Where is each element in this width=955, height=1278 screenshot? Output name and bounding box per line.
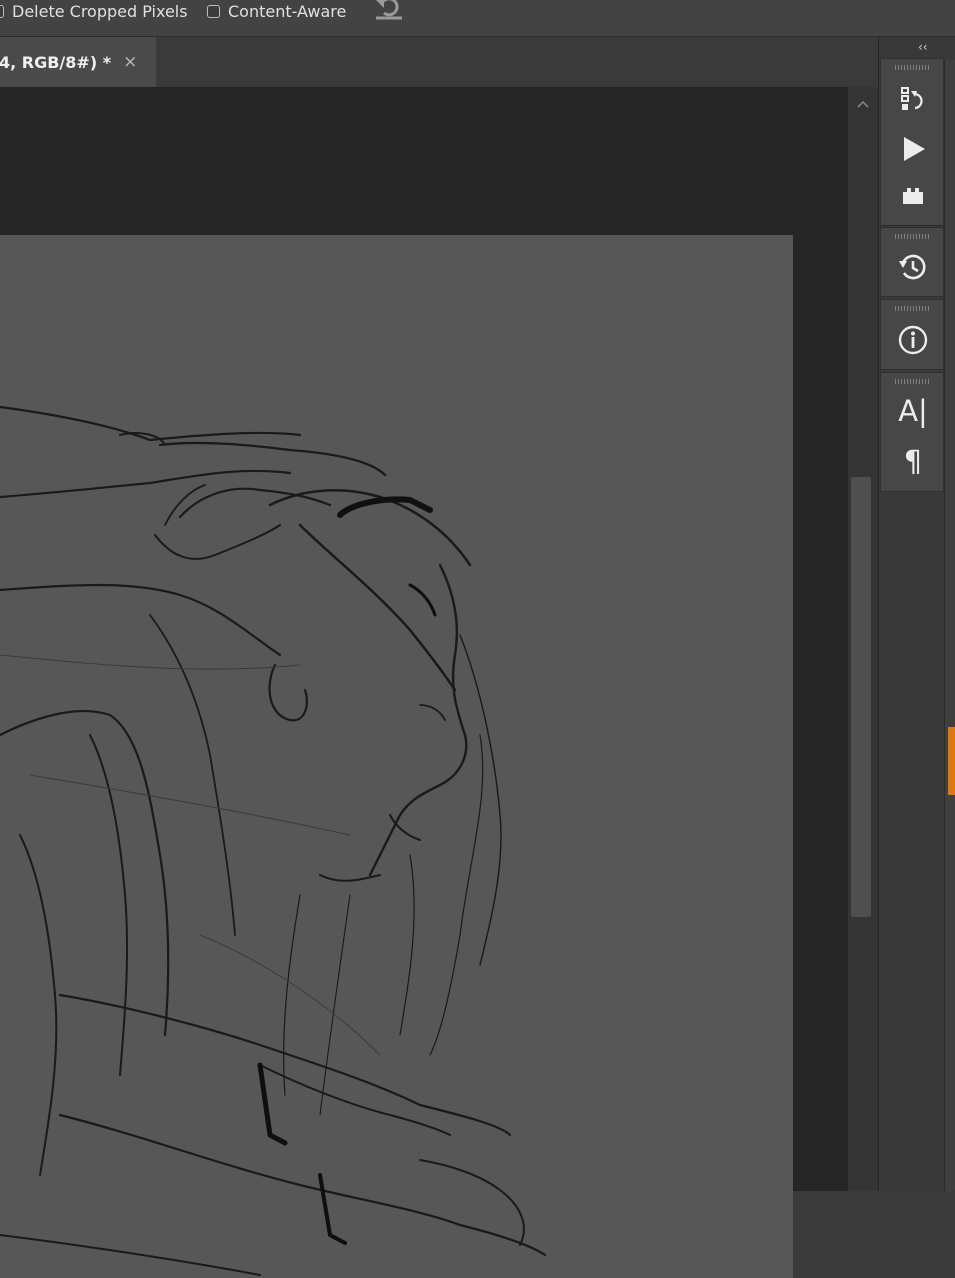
character-glyph: A| — [898, 393, 928, 428]
paragraph-glyph: ¶ — [903, 443, 923, 478]
document-tab-bar: 4, RGB/8#) * × — [0, 37, 878, 87]
adjacent-panel-strip — [944, 60, 955, 1191]
options-bar: Delete Cropped Pixels Content-Aware — [0, 0, 955, 37]
plugins-icon[interactable] — [895, 179, 931, 215]
content-aware-option[interactable]: Content-Aware — [207, 0, 346, 22]
history-states-icon[interactable] — [895, 81, 931, 117]
reset-icon[interactable] — [372, 0, 408, 22]
collapse-dock-icon[interactable]: ‹‹ — [918, 40, 928, 54]
delete-cropped-checkbox[interactable] — [0, 4, 4, 18]
history-icon[interactable] — [895, 249, 931, 285]
sketch-artwork — [0, 405, 547, 1276]
info-icon[interactable] — [895, 322, 931, 358]
panel-grip[interactable] — [895, 379, 929, 384]
panel-group-info — [880, 299, 944, 370]
scrollbar-thumb[interactable] — [851, 477, 871, 917]
close-icon[interactable]: × — [123, 52, 137, 72]
panel-grip[interactable] — [895, 234, 929, 239]
document-tab-title: 4, RGB/8#) * — [0, 52, 112, 72]
delete-cropped-pixels-option[interactable]: Delete Cropped Pixels — [0, 0, 188, 22]
panel-group-actions — [880, 58, 944, 226]
panel-group-history — [880, 227, 944, 297]
canvas[interactable] — [0, 235, 793, 1278]
character-icon[interactable]: A| — [895, 393, 931, 429]
content-aware-checkbox[interactable] — [207, 4, 220, 18]
document-tab[interactable]: 4, RGB/8#) * × — [0, 37, 156, 87]
panel-group-type: A| ¶ — [880, 372, 944, 492]
scroll-up-arrow-icon[interactable] — [855, 96, 871, 112]
delete-cropped-label: Delete Cropped Pixels — [12, 1, 188, 21]
panel-grip[interactable] — [895, 306, 929, 311]
pasteboard — [0, 87, 848, 1278]
panel-grip[interactable] — [895, 65, 929, 70]
paragraph-icon[interactable]: ¶ — [895, 443, 931, 479]
content-aware-label: Content-Aware — [228, 1, 347, 21]
active-panel-indicator — [948, 727, 955, 795]
actions-play-icon[interactable] — [895, 131, 931, 167]
